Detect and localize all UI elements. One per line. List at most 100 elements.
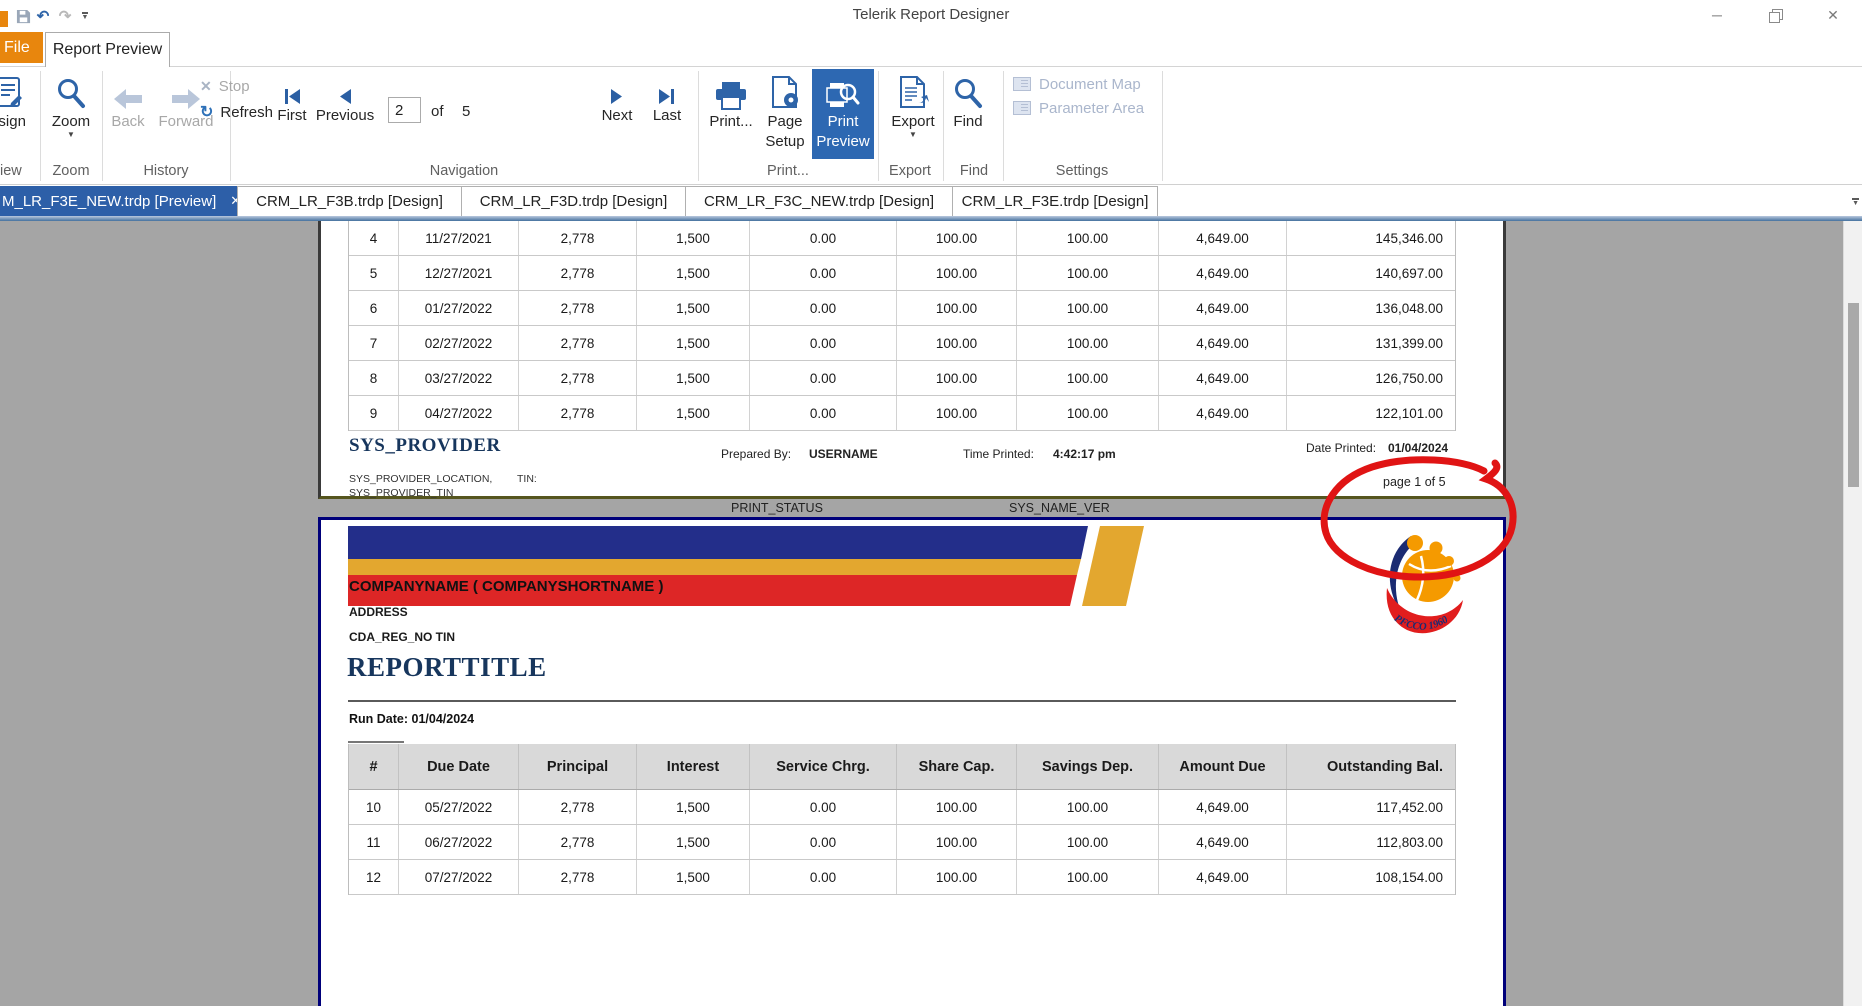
tab-file[interactable]: File (0, 32, 43, 63)
date-printed-value: 01/04/2024 (1388, 441, 1448, 455)
next-icon (610, 77, 624, 105)
previous-icon (338, 77, 352, 105)
column-header: # (349, 744, 399, 789)
group-separator (698, 71, 699, 181)
table-header-row: #Due DatePrincipalInterestService Chrg.S… (349, 744, 1455, 790)
design-icon (0, 69, 25, 111)
group-label-history: History (126, 163, 206, 183)
restore-button[interactable] (1746, 0, 1804, 30)
doc-tab-f3b[interactable]: CRM_LR_F3B.trdp [Design] (238, 186, 462, 216)
tab-report-preview[interactable]: Report Preview (45, 32, 170, 67)
date-printed-label: Date Printed: (1306, 441, 1376, 455)
last-page-button[interactable]: Last (645, 77, 689, 169)
zoom-label: Zoom (52, 113, 90, 131)
table-body: 1005/27/2022 2,7781,500 0.00100.00 100.0… (349, 790, 1455, 895)
stop-label: Stop (219, 78, 250, 95)
close-icon[interactable]: ✕ (230, 193, 238, 209)
page-of-label: of (431, 103, 444, 120)
ribbon-body: esign Zoom ▼ Back Forward ✕ Stop (0, 67, 1862, 185)
next-page-button[interactable]: Next (594, 77, 640, 169)
doc-tab-label: CRM_LR_F3D.trdp [Design] (480, 193, 668, 210)
column-header: Interest (637, 744, 750, 789)
title-rule (348, 700, 1456, 702)
doc-tab-f3c-new[interactable]: CRM_LR_F3C_NEW.trdp [Design] (686, 186, 953, 216)
table-row: 803/27/2022 2,7781,500 0.00100.00 100.00… (349, 361, 1455, 396)
red-circle-annotation (1316, 455, 1522, 585)
doc-tab-preview-active[interactable]: M_LR_F3E_NEW.trdp [Preview] ✕ (0, 186, 238, 216)
column-header: Amount Due (1159, 744, 1287, 789)
prepared-by-label: Prepared By: (721, 447, 791, 461)
close-button[interactable]: ✕ (1804, 0, 1862, 30)
print-preview-button[interactable]: Print Preview (812, 69, 874, 159)
last-icon (658, 77, 676, 105)
loan-table-page2: #Due DatePrincipalInterestService Chrg.S… (348, 744, 1456, 895)
minimize-button[interactable]: ─ (1688, 0, 1746, 30)
time-printed-value: 4:42:17 pm (1053, 447, 1116, 461)
print-preview-label-1: Print (828, 113, 859, 131)
column-header: Savings Dep. (1017, 744, 1159, 789)
report-title: REPORTTITLE (347, 652, 547, 683)
chevron-down-icon: ▼ (67, 131, 75, 139)
last-label: Last (653, 107, 681, 125)
page-setup-label-1: Page (767, 113, 802, 131)
document-tab-strip: M_LR_F3E_NEW.trdp [Preview] ✕ CRM_LR_F3B… (0, 186, 1862, 216)
company-registration: CDA_REG_NO TIN (349, 630, 455, 644)
table-row: 1207/27/2022 2,7781,500 0.00100.00 100.0… (349, 860, 1455, 895)
print-button[interactable]: Print... (704, 69, 758, 161)
scrollbar-thumb[interactable] (1848, 303, 1859, 487)
parameter-area-icon (1013, 101, 1031, 115)
group-separator (102, 71, 103, 181)
app-window: ↶ ↷ ▼ Telerik Report Designer ─ ✕ File R… (0, 0, 1862, 1006)
refresh-icon: ↻ (200, 102, 213, 122)
find-label: Find (953, 113, 982, 131)
back-button[interactable]: Back (104, 69, 152, 161)
export-button[interactable]: Export ▼ (884, 69, 942, 161)
back-label: Back (111, 113, 144, 131)
refresh-label: Refresh (220, 104, 273, 121)
doc-tab-label: CRM_LR_F3C_NEW.trdp [Design] (704, 193, 934, 210)
doc-tab-label: CRM_LR_F3E.trdp [Design] (962, 193, 1149, 210)
table-row: 411/27/2021 2,7781,500 0.00100.00 100.00… (349, 221, 1455, 256)
doc-tab-f3d[interactable]: CRM_LR_F3D.trdp [Design] (462, 186, 686, 216)
loan-table-page1: 411/27/2021 2,7781,500 0.00100.00 100.00… (348, 221, 1456, 431)
document-map-button[interactable]: Document Map (1013, 73, 1141, 95)
next-label: Next (602, 107, 633, 125)
page-number-input[interactable] (388, 97, 421, 123)
provider-name: SYS_PROVIDER (349, 435, 501, 457)
print-label: Print... (709, 113, 752, 131)
table-row: 1005/27/2022 2,7781,500 0.00100.00 100.0… (349, 790, 1455, 825)
zoom-icon (55, 69, 87, 111)
group-label-zoom: Zoom (41, 163, 101, 183)
table-row: 904/27/2022 2,7781,500 0.00100.00 100.00… (349, 396, 1455, 431)
zoom-button[interactable]: Zoom ▼ (44, 69, 98, 161)
hash-column-tick (348, 741, 404, 743)
page-setup-icon (769, 69, 801, 111)
find-button[interactable]: Find (944, 69, 992, 161)
column-header: Due Date (399, 744, 519, 789)
design-button[interactable]: esign (0, 69, 36, 161)
design-label: esign (0, 113, 26, 131)
previous-page-button[interactable]: Previous (316, 77, 374, 169)
tab-list-dropdown-icon[interactable]: ▼ (1852, 192, 1859, 210)
previous-label: Previous (316, 107, 374, 125)
stop-icon: ✕ (200, 78, 212, 95)
page-total-label: 5 (462, 103, 470, 120)
report-preview-area: 411/27/2021 2,7781,500 0.00100.00 100.00… (0, 221, 1843, 1006)
doc-tab-f3e[interactable]: CRM_LR_F3E.trdp [Design] (953, 186, 1158, 216)
vertical-scrollbar[interactable] (1843, 221, 1862, 1006)
export-icon (896, 69, 930, 111)
table-row: 1106/27/2022 2,7781,500 0.00100.00 100.0… (349, 825, 1455, 860)
group-label-find: Find (944, 163, 1004, 183)
run-date: Run Date: 01/04/2024 (349, 712, 474, 726)
first-page-button[interactable]: First (270, 77, 314, 169)
sys-name-ver: SYS_NAME_VER (1009, 501, 1110, 515)
column-header: Share Cap. (897, 744, 1017, 789)
parameter-area-button[interactable]: Parameter Area (1013, 97, 1144, 119)
window-title: Telerik Report Designer (0, 6, 1862, 23)
page-setup-button[interactable]: Page Setup (759, 69, 811, 161)
window-controls: ─ ✕ (1688, 0, 1862, 32)
first-icon (283, 77, 301, 105)
column-header: Principal (519, 744, 637, 789)
group-label-export: Export (870, 163, 950, 183)
back-icon (111, 69, 145, 111)
